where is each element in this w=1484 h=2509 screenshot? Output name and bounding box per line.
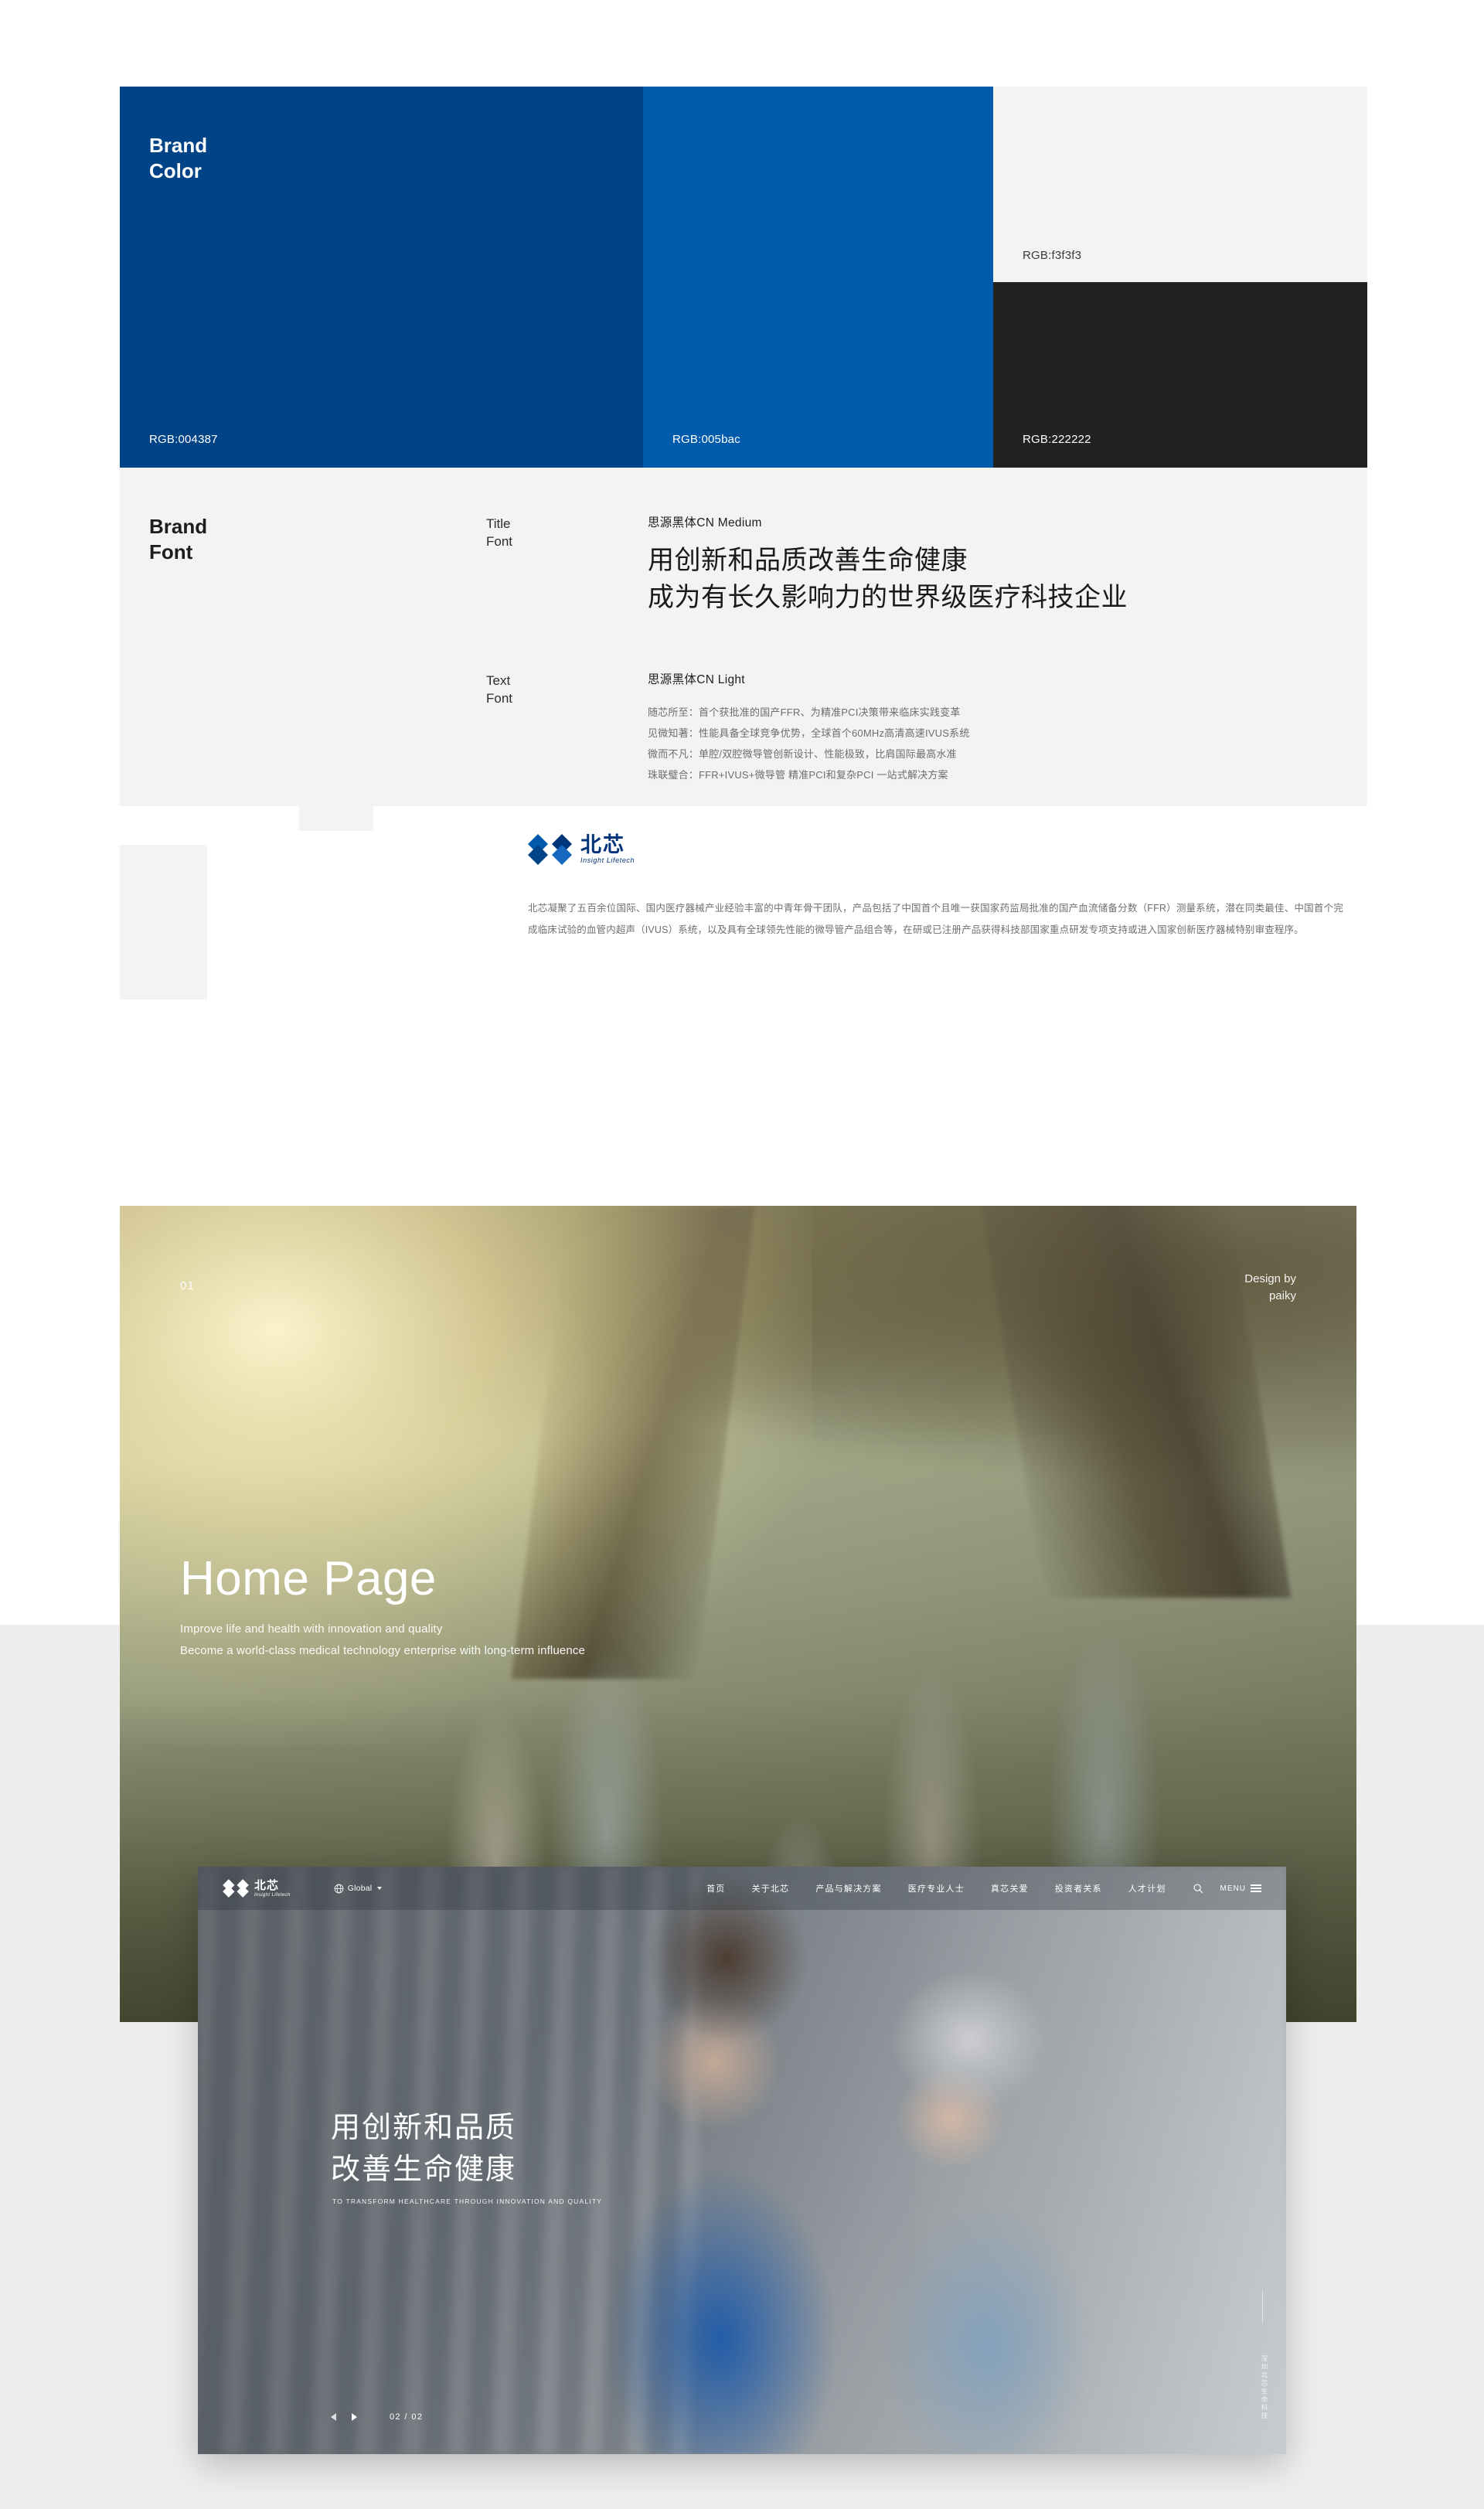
- design-credit: Design by paiky: [1244, 1271, 1296, 1305]
- hero-title: Home Page: [180, 1552, 437, 1605]
- mockup-hero-title: 用创新和品质 改善生命健康: [331, 2108, 516, 2191]
- color-swatch-primary-dark-blue: Brand Color RGB:004387: [120, 87, 643, 468]
- vertical-side-text: 深圳北芯生命科技: [1261, 2355, 1268, 2420]
- brand-font-section: Brand Font Title Font 思源黑体CN Medium 用创新和…: [120, 468, 1367, 806]
- color-label-004387: RGB:004387: [149, 433, 218, 446]
- carousel-slide-counter: 02 / 02: [390, 2412, 424, 2422]
- color-swatch-primary-blue: RGB:005bac: [643, 87, 993, 468]
- text-font-family: 思源黑体CN Light: [648, 673, 745, 686]
- menu-toggle-label: MENU: [1220, 1884, 1246, 1893]
- nav-item-professionals[interactable]: 医疗专业人士: [908, 1882, 965, 1895]
- search-icon[interactable]: [1193, 1883, 1203, 1894]
- carousel-prev-icon[interactable]: [331, 2413, 336, 2421]
- company-logo: 北芯 Insight Lifetech: [528, 832, 635, 866]
- decorative-square: [401, 732, 459, 786]
- company-intro-section: 北芯 Insight Lifetech 北芯凝聚了五百余位国际、国内医疗器械产业…: [120, 732, 1367, 1077]
- site-navbar: 北芯 Insight Lifetech Global 首页 关于北芯 产品与解决…: [198, 1867, 1286, 1910]
- brand-font-title-line1: Brand: [149, 515, 208, 538]
- language-selector-label: Global: [347, 1884, 373, 1893]
- hamburger-icon: [1251, 1884, 1261, 1892]
- logo-text: 北芯 Insight Lifetech: [580, 835, 635, 864]
- decorative-square: [299, 760, 373, 831]
- title-font-sample: 用创新和品质改善生命健康 成为有长久影响力的世界级医疗科技企业: [648, 542, 1128, 617]
- brand-font-title-line2: Font: [149, 540, 193, 564]
- text-font-samples: 随芯所至：首个获批准的国产FFR、为精准PCI决策带来临床实践变革 见微知著：性…: [648, 702, 970, 785]
- text-font-sample-line: 微而不凡：单腔/双腔微导管创新设计、性能极致，比肩国际最高水准: [648, 748, 957, 761]
- hero-slide-number: 01: [180, 1279, 195, 1292]
- brand-color-title: Brand Color: [149, 133, 207, 185]
- color-label-f3f3f3: RGB:f3f3f3: [1023, 249, 1082, 262]
- nav-item-home[interactable]: 首页: [706, 1882, 725, 1895]
- mockup-hero-title-line2: 改善生命健康: [331, 2153, 517, 2186]
- color-swatch-neutral-light: RGB:f3f3f3: [993, 87, 1367, 282]
- color-label-222222: RGB:222222: [1023, 433, 1091, 446]
- brand-guideline-page: Brand Color RGB:004387 RGB:005bac RGB:f3…: [0, 0, 1484, 2509]
- nav-item-products[interactable]: 产品与解决方案: [815, 1882, 881, 1895]
- title-font-label-line2: Font: [486, 533, 513, 549]
- carousel-controls: 02 / 02: [331, 2412, 423, 2422]
- text-font-sample-line: 见微知著：性能具备全球竞争优势，全球首个60MHz高清高速IVUS系统: [648, 727, 970, 740]
- text-font-sample-line: 随芯所至：首个获批准的国产FFR、为精准PCI决策带来临床实践变革: [648, 706, 961, 718]
- text-font-label: Text Font: [486, 672, 512, 708]
- logo-chinese-name: 北芯: [580, 833, 625, 856]
- mockup-hero-title-line1: 用创新和品质: [331, 2112, 517, 2144]
- site-logo-chinese: 北芯: [254, 1878, 280, 1892]
- title-font-sample-line2: 成为有长久影响力的世界级医疗科技企业: [648, 583, 1128, 613]
- hero-subtitle: Improve life and health with innovation …: [180, 1619, 585, 1662]
- title-font-label-line1: Title: [486, 516, 511, 531]
- site-logo-text: 北芯 Insight Lifetech: [254, 1880, 291, 1898]
- nav-item-investors[interactable]: 投资者关系: [1055, 1882, 1102, 1895]
- brand-color-section: Brand Color RGB:004387 RGB:005bac RGB:f3…: [120, 87, 1367, 468]
- color-swatch-neutral-dark: RGB:222222: [993, 282, 1367, 468]
- chevron-down-icon: [377, 1887, 383, 1890]
- logo-english-name: Insight Lifetech: [580, 856, 635, 864]
- design-credit-line1: Design by: [1244, 1272, 1296, 1285]
- color-label-005bac: RGB:005bac: [672, 433, 740, 446]
- title-font-sample-line1: 用创新和品质改善生命健康: [648, 546, 968, 575]
- brand-color-title-line1: Brand: [149, 134, 208, 157]
- site-nav-menu: 首页 关于北芯 产品与解决方案 医疗专业人士 真芯关爱 投资者关系 人才计划: [706, 1882, 1166, 1895]
- scroll-indicator: [1262, 2290, 1263, 2323]
- site-logo[interactable]: 北芯 Insight Lifetech: [223, 1878, 291, 1898]
- text-font-label-line1: Text: [486, 673, 511, 688]
- company-description: 北芯凝聚了五百余位国际、国内医疗器械产业经验丰富的中青年骨干团队，产品包括了中国…: [528, 903, 1343, 936]
- title-font-label: Title Font: [486, 516, 512, 551]
- logo-diamond-icon: [528, 834, 572, 865]
- carousel-next-icon[interactable]: [352, 2413, 357, 2421]
- globe-icon: [334, 1884, 344, 1893]
- logo-diamond-icon: [223, 1879, 249, 1898]
- menu-toggle-button[interactable]: MENU: [1220, 1884, 1261, 1893]
- brand-font-title: Brand Font: [149, 514, 207, 566]
- website-mockup: 北芯 Insight Lifetech Global 首页 关于北芯 产品与解决…: [198, 1867, 1286, 2454]
- brand-sheet: Brand Color RGB:004387 RGB:005bac RGB:f3…: [120, 87, 1367, 1077]
- brand-color-title-line2: Color: [149, 159, 202, 183]
- design-credit-line2: paiky: [1268, 1289, 1296, 1302]
- language-selector[interactable]: Global: [334, 1884, 383, 1894]
- mockup-hero-tagline: TO TRANSFORM HEALTHCARE THROUGH INNOVATI…: [332, 2198, 603, 2205]
- navbar-tools: MENU: [1193, 1883, 1261, 1894]
- nav-item-about[interactable]: 关于北芯: [752, 1882, 790, 1895]
- hero-subtitle-line2: Become a world-class medical technology …: [180, 1643, 585, 1657]
- nav-item-careers[interactable]: 人才计划: [1128, 1882, 1166, 1895]
- site-logo-english: Insight Lifetech: [254, 1892, 291, 1898]
- text-font-sample-line: 珠联璧合：FFR+IVUS+微导管 精准PCI和复杂PCI 一站式解决方案: [648, 769, 948, 781]
- text-font-label-line2: Font: [486, 690, 513, 706]
- title-font-family: 思源黑体CN Medium: [648, 516, 762, 529]
- hero-subtitle-line1: Improve life and health with innovation …: [180, 1622, 443, 1636]
- nav-item-care[interactable]: 真芯关爱: [991, 1882, 1029, 1895]
- decorative-square: [120, 845, 207, 999]
